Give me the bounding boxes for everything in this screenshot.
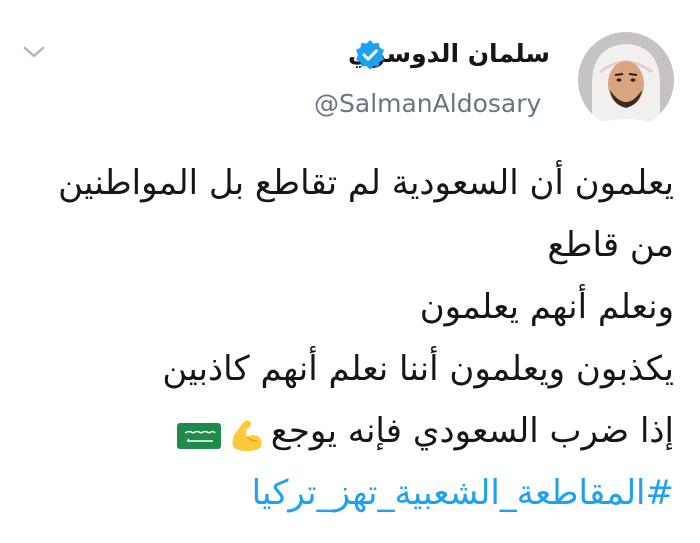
flexed-biceps-icon [227, 413, 267, 453]
tweet-line-4: يكذبون ويعلمون أننا نعلم أنهم كاذبين [162, 349, 674, 389]
avatar[interactable] [578, 32, 674, 128]
tweet-line-2: من قاطع [547, 225, 674, 265]
saudi-arabia-flag-icon [175, 413, 223, 453]
tweet-line-5-text: إذا ضرب السعودي فإنه يوجع [270, 411, 674, 451]
author-handle[interactable]: @SalmanAldosary [314, 89, 541, 119]
tweet-line-1: يعلمون أن السعودية لم تقاطع بل المواطنين [58, 163, 674, 203]
chevron-down-icon[interactable] [22, 44, 46, 60]
tweet-line-3: ونعلم أنهم يعلمون [419, 287, 674, 327]
tweet-text: يعلمون أن السعودية لم تقاطع بل المواطنين… [14, 152, 674, 524]
verified-badge-icon [354, 39, 386, 71]
hashtag-link[interactable]: #المقاطعة_الشعبية_تهز_تركيا [14, 462, 674, 524]
tweet-line-5: إذا ضرب السعودي فإنه يوجع [14, 400, 674, 462]
tweet-card: سلمان الدوسري @SalmanAldosary يعلمون أن … [0, 0, 700, 543]
